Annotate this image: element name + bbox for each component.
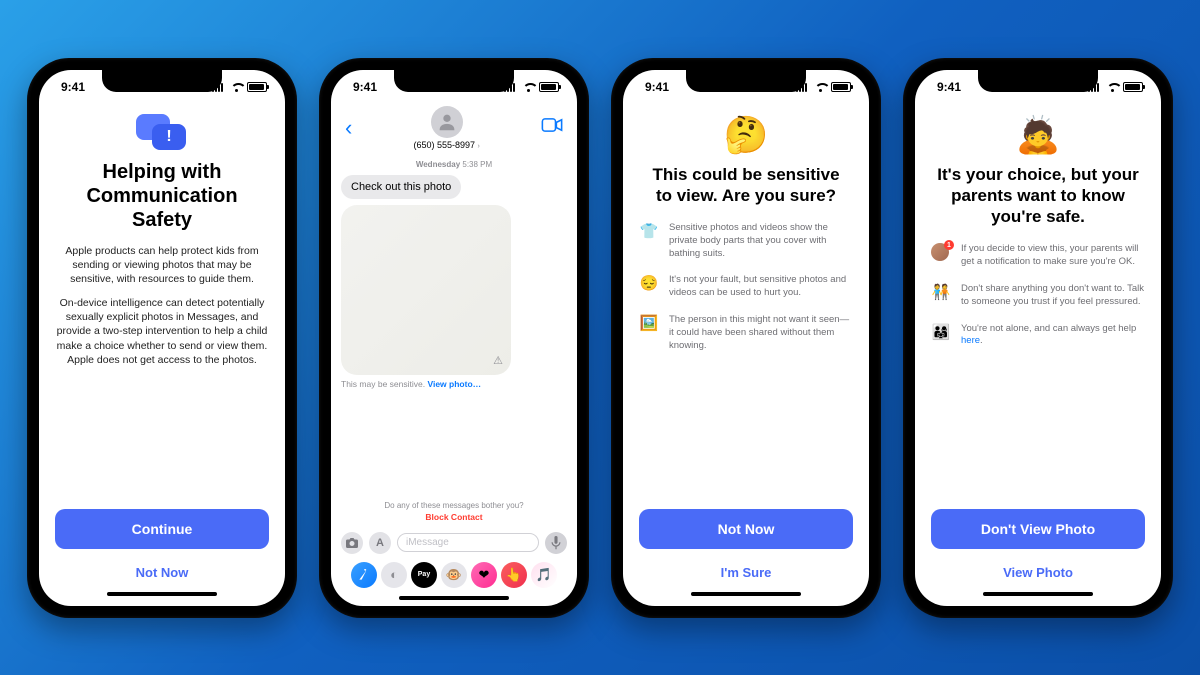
wifi-icon xyxy=(1106,82,1119,92)
wifi-icon xyxy=(814,82,827,92)
clock: 9:41 xyxy=(353,80,377,94)
battery-icon xyxy=(247,82,267,92)
info-row-1: 1 If you decide to view this, your paren… xyxy=(931,243,1145,269)
info-row-1: 👕 Sensitive photos and videos show the p… xyxy=(639,222,853,260)
voice-message-button[interactable] xyxy=(545,532,567,554)
info-text-1: If you decide to view this, your parents… xyxy=(961,243,1145,269)
screen-intro: 9:41 ! Helping with Communication Safety… xyxy=(39,70,285,606)
clock: 9:41 xyxy=(937,80,961,94)
phone-mockup-1: 9:41 ! Helping with Communication Safety… xyxy=(27,58,297,618)
home-indicator[interactable] xyxy=(107,592,217,596)
bother-prompt: Do any of these messages bother you? xyxy=(341,501,567,510)
people-icon: 🧑‍🤝‍🧑 xyxy=(931,283,951,301)
imessage-app-strip: ◐ Pay 🐵 ❤ 👆 🎵 xyxy=(341,558,567,592)
notch xyxy=(978,68,1098,92)
digital-touch-app-icon[interactable]: 👆 xyxy=(501,562,527,588)
notch xyxy=(102,68,222,92)
parent-avatar-badge-icon: 1 xyxy=(931,243,951,263)
screen-messages: 9:41 ‹ (650) 555-8997 › xyxy=(331,70,577,606)
home-indicator[interactable] xyxy=(399,596,509,600)
help-link[interactable]: here xyxy=(961,335,980,346)
sensitivity-warning: This may be sensitive. View photo… xyxy=(341,379,567,389)
info-text-3: The person in this might not want it see… xyxy=(669,314,853,352)
phone-mockup-3: 9:41 🤔 This could be sensitive to view. … xyxy=(611,58,881,618)
intro-paragraph-2: On-device intelligence can detect potent… xyxy=(55,296,269,367)
info-row-2: 🧑‍🤝‍🧑 Don't share anything you don't wan… xyxy=(931,283,1145,309)
stickers-app-icon[interactable]: ❤ xyxy=(471,562,497,588)
block-contact-button[interactable]: Block Contact xyxy=(341,512,567,522)
notch xyxy=(686,68,806,92)
music-app-icon[interactable]: 🎵 xyxy=(531,562,557,588)
continue-button[interactable]: Continue xyxy=(55,509,269,549)
conversation-header: ‹ (650) 555-8997 › xyxy=(341,104,567,154)
home-indicator[interactable] xyxy=(983,592,1093,596)
thinking-emoji-icon: 🤔 xyxy=(639,114,853,156)
message-input[interactable]: iMessage xyxy=(397,533,539,552)
compose-bar: A iMessage xyxy=(341,528,567,558)
view-photo-link[interactable]: View photo… xyxy=(427,379,481,389)
info-text-1: Sensitive photos and videos show the pri… xyxy=(669,222,853,260)
intro-title: Helping with Communication Safety xyxy=(55,160,269,232)
im-sure-button[interactable]: I'm Sure xyxy=(639,557,853,588)
battery-icon xyxy=(831,82,851,92)
clock: 9:41 xyxy=(61,80,85,94)
family-icon: 👨‍👩‍👧 xyxy=(931,323,951,341)
app-store-button[interactable]: A xyxy=(369,532,391,554)
camera-button[interactable] xyxy=(341,532,363,554)
back-button[interactable]: ‹ xyxy=(345,115,352,141)
info-row-2: 😔 It's not your fault, but sensitive pho… xyxy=(639,274,853,300)
dont-view-photo-button[interactable]: Don't View Photo xyxy=(931,509,1145,549)
bowing-person-icon: 🙇 xyxy=(931,114,1145,156)
wifi-icon xyxy=(230,82,243,92)
picture-frame-icon: 🖼️ xyxy=(639,314,659,332)
info-row-3: 🖼️ The person in this might not want it … xyxy=(639,314,853,352)
contact-info[interactable]: (650) 555-8997 › xyxy=(413,106,479,150)
memoji-app-icon[interactable]: 🐵 xyxy=(441,562,467,588)
photos-app-icon[interactable]: ◐ xyxy=(381,562,407,588)
app-store-app-icon[interactable] xyxy=(351,562,377,588)
not-now-button[interactable]: Not Now xyxy=(55,557,269,588)
parent-notice-title: It's your choice, but your parents want … xyxy=(931,164,1145,228)
contact-number: (650) 555-8997 xyxy=(413,140,475,150)
info-text-2: It's not your fault, but sensitive photo… xyxy=(669,274,853,300)
wifi-icon xyxy=(522,82,535,92)
message-timestamp: Wednesday 5:38 PM xyxy=(341,160,567,169)
info-row-3: 👨‍👩‍👧 You're not alone, and can always g… xyxy=(931,323,1145,349)
clock: 9:41 xyxy=(645,80,669,94)
view-photo-button[interactable]: View Photo xyxy=(931,557,1145,588)
phone-mockup-4: 9:41 🙇 It's your choice, but your parent… xyxy=(903,58,1173,618)
battery-icon xyxy=(1123,82,1143,92)
home-indicator[interactable] xyxy=(691,592,801,596)
communication-safety-icon: ! xyxy=(136,114,188,156)
incoming-message-bubble[interactable]: Check out this photo xyxy=(341,175,461,199)
apple-pay-app-icon[interactable]: Pay xyxy=(411,562,437,588)
swimsuit-icon: 👕 xyxy=(639,222,659,240)
contact-avatar-icon xyxy=(431,106,463,138)
notch xyxy=(394,68,514,92)
battery-icon xyxy=(539,82,559,92)
blurred-photo[interactable]: ⚠︎ xyxy=(341,205,511,375)
phone-mockup-2: 9:41 ‹ (650) 555-8997 › xyxy=(319,58,589,618)
sad-emoji-icon: 😔 xyxy=(639,274,659,292)
screen-parent-notice: 9:41 🙇 It's your choice, but your parent… xyxy=(915,70,1161,606)
info-text-2: Don't share anything you don't want to. … xyxy=(961,283,1145,309)
facetime-button[interactable] xyxy=(541,118,563,137)
sensitive-title: This could be sensitive to view. Are you… xyxy=(639,164,853,207)
screen-confirm-sensitive: 9:41 🤔 This could be sensitive to view. … xyxy=(623,70,869,606)
info-text-3: You're not alone, and can always get hel… xyxy=(961,323,1145,349)
not-now-button[interactable]: Not Now xyxy=(639,509,853,549)
intro-paragraph-1: Apple products can help protect kids fro… xyxy=(55,244,269,287)
warning-triangle-icon: ⚠︎ xyxy=(493,354,503,367)
